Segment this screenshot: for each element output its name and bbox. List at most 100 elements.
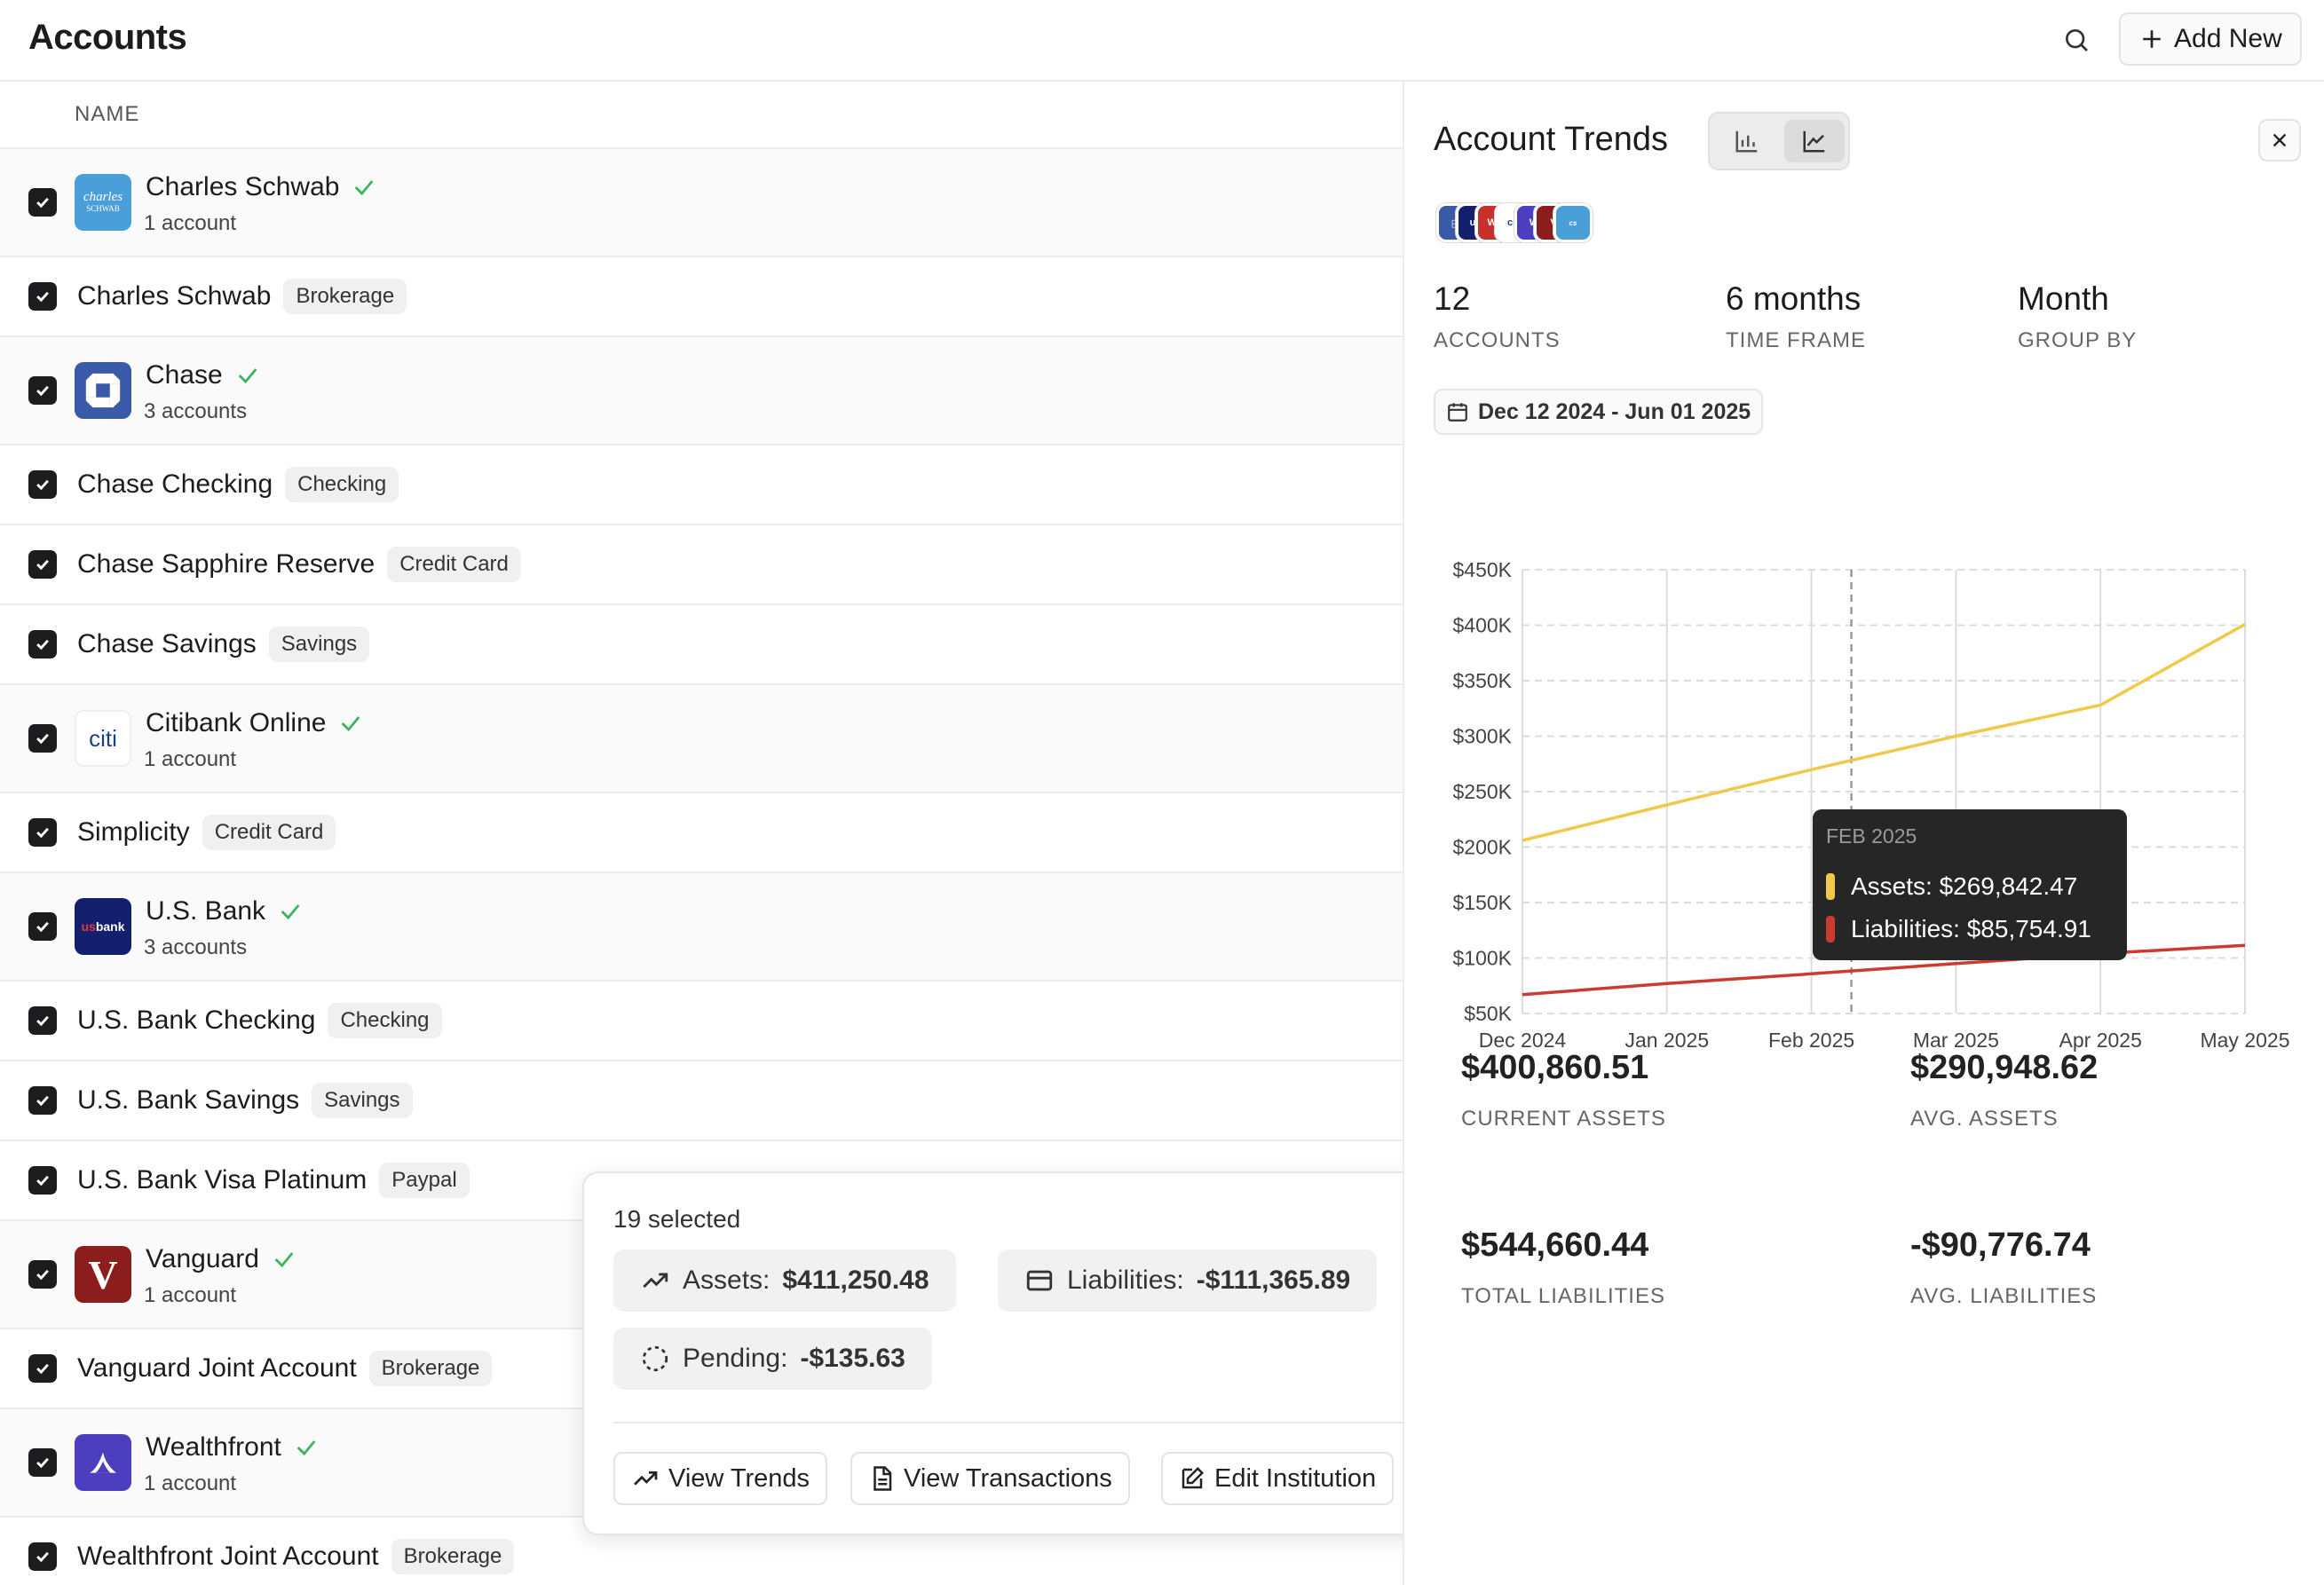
date-range-picker[interactable]: Dec 12 2024 - Jun 01 2025 <box>1434 389 1764 435</box>
stat-accounts-label: ACCOUNTS <box>1434 328 1561 352</box>
checkmark-icon <box>36 1175 49 1187</box>
account-type-badge: Credit Card <box>202 815 336 850</box>
stat-accounts: 12 ACCOUNTS <box>1434 280 1561 353</box>
calendar-icon <box>1448 403 1467 422</box>
chase-logo <box>75 362 131 419</box>
row-checkbox[interactable] <box>28 282 57 311</box>
tooltip-title: FEB 2025 <box>1826 824 1917 848</box>
row-checkbox[interactable] <box>28 1086 57 1115</box>
stat-group-by-label: GROUP BY <box>2018 328 2138 352</box>
checkmark-icon <box>36 921 49 933</box>
institution-row[interactable]: Chase 3 accounts <box>0 337 1403 446</box>
account-name: Wealthfront Joint Account <box>77 1542 379 1571</box>
row-checkbox[interactable] <box>28 376 57 405</box>
checkmark-icon <box>36 479 49 491</box>
institution-text: U.S. Bank 3 accounts <box>144 896 303 960</box>
trending-up-icon <box>634 1471 658 1486</box>
institution-row[interactable]: usbank U.S. Bank 3 accounts <box>0 873 1403 982</box>
institution-account-count: 1 account <box>144 747 237 771</box>
account-type-badge: Brokerage <box>283 279 407 314</box>
checkmark-icon <box>36 291 49 303</box>
bar-chart-view-button[interactable] <box>1717 120 1777 162</box>
institution-row[interactable]: citi Citibank Online 1 account <box>0 685 1403 793</box>
account-text: Simplicity Credit Card <box>77 815 336 850</box>
account-row[interactable]: U.S. Bank Savings Savings <box>0 1061 1403 1141</box>
pending-chip: Pending: -$135.63 <box>613 1328 932 1390</box>
line-chart-icon <box>1803 130 1825 153</box>
account-type-badge: Checking <box>328 1003 442 1038</box>
checkmark-icon <box>36 559 49 571</box>
search-button[interactable] <box>2054 18 2099 62</box>
close-panel-button[interactable] <box>2258 119 2301 162</box>
account-text: U.S. Bank Checking Checking <box>77 1003 442 1038</box>
row-checkbox[interactable] <box>28 1260 57 1289</box>
line-chart-view-button[interactable] <box>1784 120 1845 162</box>
selection-popup: 19 selected Assets: $411,250.48 Liabilit… <box>582 1171 1466 1535</box>
account-name: U.S. Bank Visa Platinum <box>77 1165 368 1195</box>
trends-line-chart[interactable]: $50K $100K $150K $200K $250K $300K $350K $400K $… <box>1404 454 2324 1076</box>
account-text: Chase Sapphire Reserve Credit Card <box>77 547 521 582</box>
add-new-button[interactable]: Add New <box>2119 12 2302 66</box>
account-type-badge: Checking <box>285 467 399 502</box>
institution-name: U.S. Bank <box>146 896 266 926</box>
account-row[interactable]: Charles Schwab Brokerage <box>0 257 1403 337</box>
view-trends-button[interactable]: View Trends <box>613 1452 828 1505</box>
y-tick-label: $200K <box>1452 836 1512 859</box>
account-type-badge: Savings <box>312 1083 413 1118</box>
tooltip-assets-swatch <box>1826 873 1835 900</box>
credit-card-icon <box>1026 1270 1053 1291</box>
account-row[interactable]: U.S. Bank Checking Checking <box>0 982 1403 1061</box>
column-header-name[interactable]: NAME <box>0 82 1403 149</box>
close-icon <box>2273 133 2287 147</box>
account-text: Chase Savings Savings <box>77 627 370 662</box>
account-type-badge: Brokerage <box>391 1539 515 1574</box>
row-checkbox[interactable] <box>28 188 57 217</box>
account-row[interactable]: Simplicity Credit Card <box>0 793 1403 873</box>
account-row[interactable]: Chase Savings Savings <box>0 605 1403 685</box>
row-checkbox[interactable] <box>28 1166 57 1195</box>
row-checkbox[interactable] <box>28 470 57 499</box>
row-checkbox[interactable] <box>28 1006 57 1035</box>
pending-value: -$135.63 <box>800 1344 905 1373</box>
account-text: U.S. Bank Savings Savings <box>77 1083 413 1118</box>
y-tick-label: $350K <box>1452 669 1512 692</box>
liabilities-value: -$111,365.89 <box>1196 1266 1351 1295</box>
institution-account-count: 1 account <box>144 1283 237 1307</box>
date-range-label: Dec 12 2024 - Jun 01 2025 <box>1478 398 1751 424</box>
summary-current-assets: $400,860.51 CURRENT ASSETS <box>1461 1049 1666 1132</box>
row-checkbox[interactable] <box>28 724 57 753</box>
verified-check-icon <box>296 1440 316 1456</box>
account-row[interactable]: Chase Sapphire Reserve Credit Card <box>0 525 1403 605</box>
edit-institution-button[interactable]: Edit Institution <box>1161 1452 1395 1505</box>
checkmark-icon <box>36 827 49 839</box>
verified-check-icon <box>281 904 300 920</box>
schwab-logo-mini: cs <box>1553 203 1593 242</box>
stat-group-by-value: Month <box>2018 280 2109 317</box>
verified-check-icon <box>238 368 257 384</box>
account-name: U.S. Bank Checking <box>77 1005 316 1035</box>
institution-name: Chase <box>146 360 223 390</box>
wealthfront-logo <box>75 1434 131 1491</box>
row-checkbox[interactable] <box>28 1448 57 1477</box>
account-name: Chase Checking <box>77 469 273 499</box>
row-checkbox[interactable] <box>28 818 57 847</box>
row-checkbox[interactable] <box>28 550 57 579</box>
view-transactions-button[interactable]: View Transactions <box>850 1452 1130 1505</box>
liabilities-label: Liabilities: <box>1067 1266 1184 1295</box>
plus-icon <box>2143 30 2161 48</box>
verified-check-icon <box>342 716 360 732</box>
account-name: Charles Schwab <box>77 281 272 311</box>
top-bar: Accounts Add New <box>0 0 2324 82</box>
checkmark-icon <box>36 1095 49 1107</box>
account-row[interactable]: Chase Checking Checking <box>0 446 1403 525</box>
row-checkbox[interactable] <box>28 912 57 941</box>
summary-avg-liabilities: -$90,776.74 AVG. LIABILITIES <box>1910 1226 2097 1309</box>
avg-assets-label: AVG. ASSETS <box>1910 1107 2059 1131</box>
row-checkbox[interactable] <box>28 1354 57 1383</box>
row-checkbox[interactable] <box>28 630 57 658</box>
institution-row[interactable]: charles SCHWAB Charles Schwab 1 account <box>0 149 1403 257</box>
x-tick-label: May 2025 <box>2200 1029 2289 1052</box>
checkmark-icon <box>36 1015 49 1027</box>
checkmark-icon <box>36 1551 49 1563</box>
row-checkbox[interactable] <box>28 1542 57 1571</box>
